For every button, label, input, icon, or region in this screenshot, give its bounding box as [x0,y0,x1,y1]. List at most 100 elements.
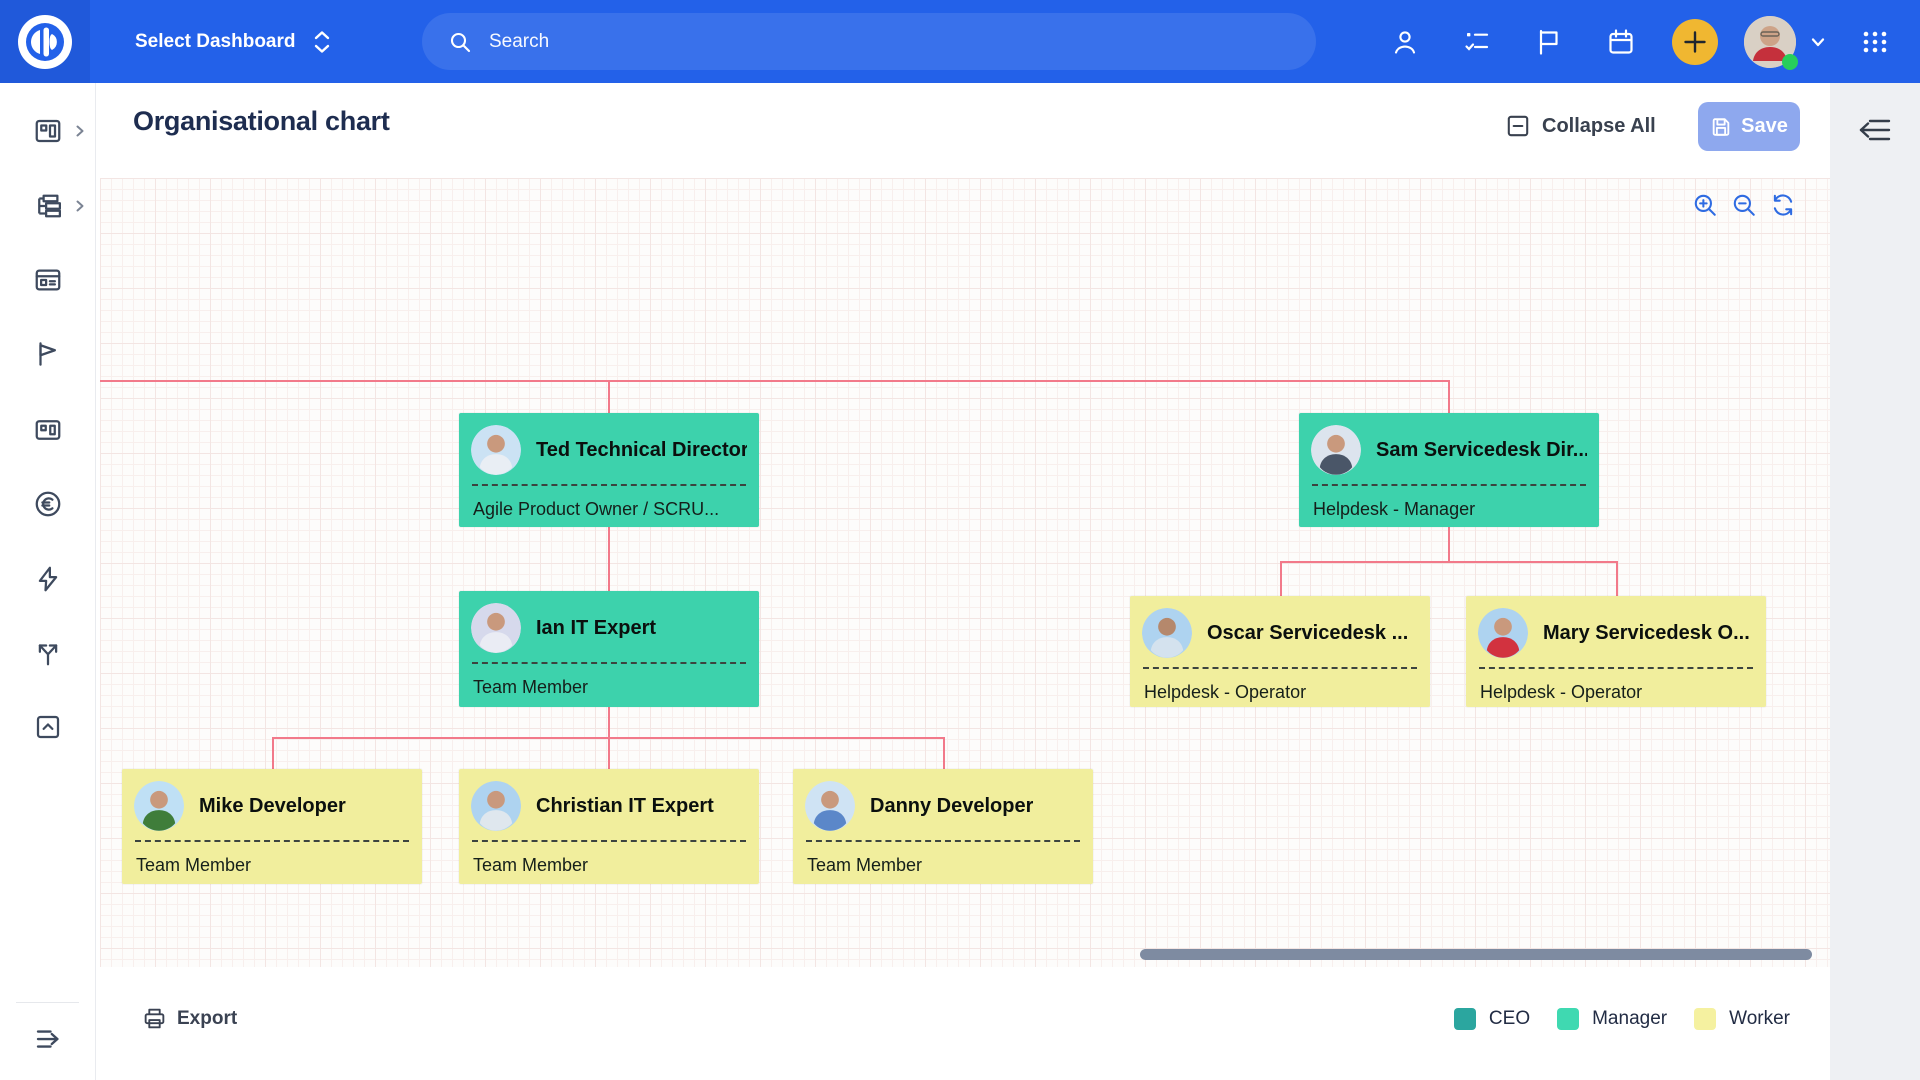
node-role: Team Member [471,664,747,698]
export-label: Export [177,1008,237,1030]
node-role: Team Member [805,842,1081,876]
topbar-actions [1390,0,1890,83]
node-role: Helpdesk - Operator [1478,669,1754,703]
search-icon [448,30,472,54]
org-node[interactable]: Sam Servicedesk Dir... Helpdesk - Manage… [1299,413,1599,527]
org-node[interactable]: Christian IT Expert Team Member [459,769,759,884]
node-name: Sam Servicedesk Dir... [1376,439,1587,462]
browser-window-icon [33,265,63,295]
legend-label: Worker [1729,1008,1790,1030]
euro-icon [33,489,63,519]
node-role: Team Member [134,842,410,876]
avatar [471,781,521,831]
sidebar-item-browser[interactable] [0,260,95,300]
user-icon[interactable] [1390,27,1420,57]
legend-swatch-manager [1557,1008,1579,1030]
sidebar-expand-button[interactable] [0,1019,95,1059]
search-bar[interactable] [422,13,1316,70]
node-name: Ian IT Expert [536,617,656,640]
node-role: Team Member [471,842,747,876]
node-role: Helpdesk - Operator [1142,669,1418,703]
org-node[interactable]: Mary Servicedesk O... Helpdesk - Operato… [1466,596,1766,707]
flag-icon [33,339,63,369]
page-title: Organisational chart [133,106,390,137]
save-button[interactable]: Save [1698,102,1800,151]
left-sidebar [0,83,96,1080]
chevron-right-icon [74,199,86,213]
node-name: Ted Technical Director [536,439,747,462]
sidebar-divider [16,1002,79,1003]
legend-item-manager: Manager [1557,1008,1667,1030]
chevron-right-icon [74,124,86,138]
sidebar-item-automation[interactable] [0,559,95,599]
org-node[interactable]: Ted Technical Director Agile Product Own… [459,413,759,527]
chevron-down-icon[interactable] [1808,32,1828,52]
legend-item-ceo: CEO [1454,1008,1530,1030]
org-node[interactable]: Oscar Servicedesk ... Helpdesk - Operato… [1130,596,1430,707]
save-icon [1710,116,1732,138]
sidebar-item-dashboards[interactable] [0,111,95,151]
minus-square-icon [1505,113,1531,139]
node-name: Mike Developer [199,795,346,818]
node-name: Oscar Servicedesk ... [1207,622,1408,645]
search-input[interactable] [487,30,1191,54]
sidebar-item-goals[interactable] [0,334,95,374]
avatar [134,781,184,831]
avatar [471,425,521,475]
tasks-checklist-icon[interactable] [1462,27,1492,57]
right-panel [1830,83,1920,1080]
online-status-dot [1782,54,1798,70]
connector-line [943,737,945,769]
sidebar-item-upload[interactable] [0,707,95,747]
avatar [471,603,521,653]
node-name: Danny Developer [870,795,1033,818]
reset-zoom-icon[interactable] [1770,192,1796,218]
legend-label: Manager [1592,1008,1667,1030]
printer-icon [142,1006,167,1031]
canvas-zoom-controls [1692,192,1796,218]
connector-line [608,707,610,737]
sidebar-item-workflows[interactable] [0,633,95,673]
dashboard-icon [33,116,63,146]
horizontal-scrollbar[interactable] [1140,949,1812,960]
plus-icon [1682,29,1708,55]
sidebar-item-finance[interactable] [0,484,95,524]
add-button[interactable] [1672,19,1718,65]
node-name: Mary Servicedesk O... [1543,622,1750,645]
org-node[interactable]: Ian IT Expert Team Member [459,591,759,707]
sidebar-item-org-chart[interactable] [0,186,95,226]
node-role: Helpdesk - Manager [1311,486,1587,520]
apps-grid-icon[interactable] [1860,27,1890,57]
branch-arrows-icon [33,638,63,668]
legend-swatch-worker [1694,1008,1716,1030]
sidebar-item-cards[interactable] [0,410,95,450]
connector-line [272,737,274,769]
avatar [805,781,855,831]
org-node[interactable]: Mike Developer Team Member [122,769,422,884]
collapse-panel-button[interactable] [1856,113,1894,147]
cards-icon [33,415,63,445]
legend: CEO Manager Worker [1454,1008,1790,1030]
connector-line [1448,380,1450,413]
org-chart-icon [33,191,63,221]
org-chart-canvas[interactable]: Ted Technical Director Agile Product Own… [100,178,1830,967]
zoom-out-icon[interactable] [1731,192,1757,218]
flag-icon[interactable] [1534,27,1564,57]
save-label: Save [1741,115,1788,138]
org-node[interactable]: Danny Developer Team Member [793,769,1093,884]
dashboard-selector-label: Select Dashboard [135,31,296,53]
legend-swatch-ceo [1454,1008,1476,1030]
zoom-in-icon[interactable] [1692,192,1718,218]
collapse-all-button[interactable]: Collapse All [1505,113,1656,139]
chevron-up-down-icon [312,29,332,55]
calendar-icon[interactable] [1606,27,1636,57]
connector-line [608,527,610,591]
node-role: Agile Product Owner / SCRU... [471,486,747,520]
export-button[interactable]: Export [142,1006,237,1031]
connector-line [1616,561,1618,596]
dashboard-selector[interactable]: Select Dashboard [135,0,332,83]
app-logo[interactable] [0,0,90,83]
profile-avatar[interactable] [1744,16,1796,68]
connector-line [100,380,1449,382]
node-name: Christian IT Expert [536,795,714,818]
